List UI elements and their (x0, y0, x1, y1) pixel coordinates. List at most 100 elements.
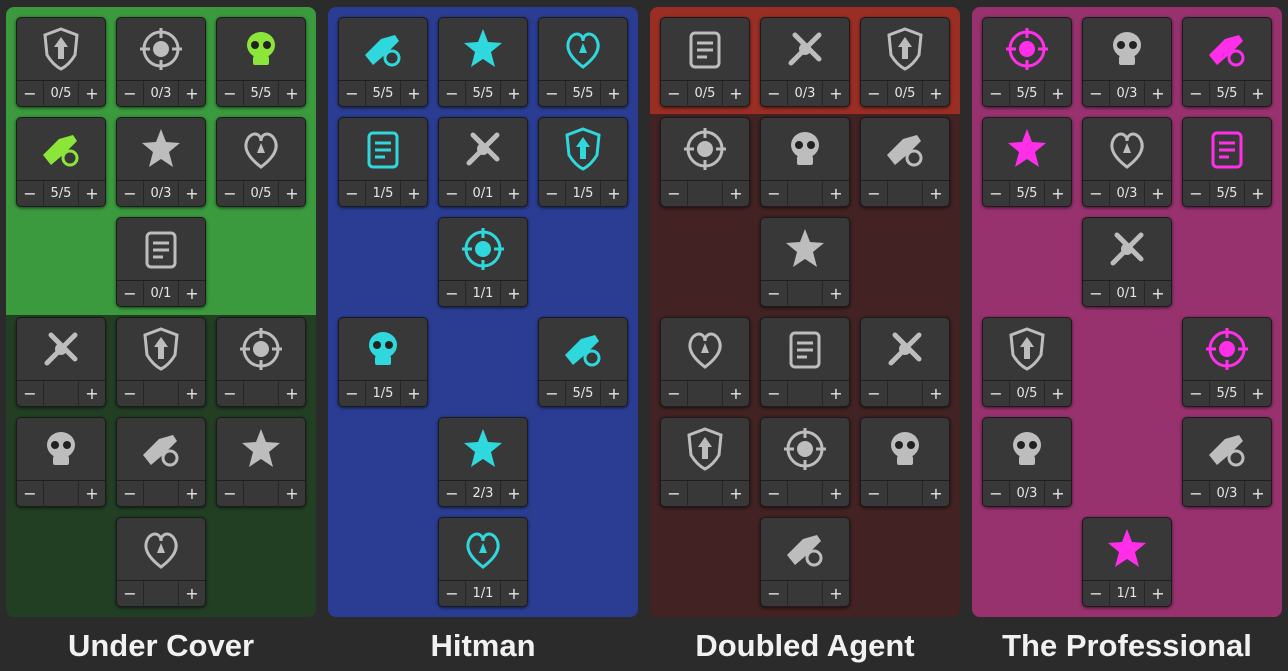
increase-button[interactable]: + (501, 81, 527, 107)
decrease-button[interactable]: − (1183, 481, 1209, 507)
increase-button[interactable]: + (1045, 81, 1071, 107)
decrease-button[interactable]: − (217, 381, 243, 407)
skill-slot[interactable]: −1/5 + (538, 117, 628, 207)
skill-slot[interactable]: − + (860, 117, 950, 207)
increase-button[interactable]: + (501, 181, 527, 207)
increase-button[interactable]: + (501, 481, 527, 507)
decrease-button[interactable]: − (861, 81, 887, 107)
decrease-button[interactable]: − (761, 481, 787, 507)
decrease-button[interactable]: − (983, 481, 1009, 507)
decrease-button[interactable]: − (983, 381, 1009, 407)
decrease-button[interactable]: − (761, 81, 787, 107)
increase-button[interactable]: + (501, 281, 527, 307)
increase-button[interactable]: + (923, 181, 949, 207)
increase-button[interactable]: + (401, 81, 427, 107)
decrease-button[interactable]: − (661, 181, 687, 207)
decrease-button[interactable]: − (861, 481, 887, 507)
skill-slot[interactable]: −0/5 + (16, 17, 106, 107)
decrease-button[interactable]: − (1083, 81, 1109, 107)
increase-button[interactable]: + (601, 181, 627, 207)
skill-slot[interactable]: − + (116, 317, 206, 407)
skill-slot[interactable]: − + (16, 417, 106, 507)
increase-button[interactable]: + (179, 481, 205, 507)
decrease-button[interactable]: − (439, 581, 465, 607)
split-shield-icon[interactable] (117, 118, 205, 180)
fanged-mouth-icon[interactable] (539, 118, 627, 180)
increase-button[interactable]: + (1145, 281, 1171, 307)
alarm-clock-icon[interactable] (861, 18, 949, 80)
increase-button[interactable]: + (179, 581, 205, 607)
skill-slot[interactable]: − + (660, 417, 750, 507)
cross-shield-icon[interactable] (217, 118, 305, 180)
skill-slot[interactable]: −2/3 + (438, 417, 528, 507)
decrease-button[interactable]: − (761, 181, 787, 207)
increase-button[interactable]: + (279, 181, 305, 207)
skill-slot[interactable]: −1/1 + (438, 517, 528, 607)
increase-button[interactable]: + (179, 81, 205, 107)
bullet-burst-icon[interactable] (339, 318, 427, 380)
skill-slot[interactable]: − + (860, 417, 950, 507)
skill-slot[interactable]: −1/1 + (438, 217, 528, 307)
skill-slot[interactable]: −0/3 + (116, 117, 206, 207)
dna-shield-icon[interactable] (117, 18, 205, 80)
frozen-cross-icon[interactable] (17, 418, 105, 480)
decrease-button[interactable]: − (339, 381, 365, 407)
decrease-button[interactable]: − (661, 381, 687, 407)
decrease-button[interactable]: − (1183, 381, 1209, 407)
skill-slot[interactable]: −5/5 + (338, 17, 428, 107)
increase-button[interactable]: + (823, 81, 849, 107)
increase-button[interactable]: + (1045, 381, 1071, 407)
decrease-button[interactable]: − (1083, 581, 1109, 607)
decrease-button[interactable]: − (217, 181, 243, 207)
skill-slot[interactable]: −0/1 + (116, 217, 206, 307)
skill-slot[interactable]: −1/5 + (338, 117, 428, 207)
winged-dragon-icon[interactable] (1083, 118, 1171, 180)
skull-tombstone-icon[interactable] (439, 218, 527, 280)
ammo-card-icon[interactable] (339, 118, 427, 180)
decrease-button[interactable]: − (339, 81, 365, 107)
skill-slot[interactable]: −5/5 + (982, 17, 1072, 107)
decrease-button[interactable]: − (217, 81, 243, 107)
skill-slot[interactable]: − + (760, 217, 850, 307)
skill-slot[interactable]: −0/3 + (1082, 117, 1172, 207)
decrease-button[interactable]: − (439, 281, 465, 307)
toxic-skull-icon[interactable] (17, 118, 105, 180)
decrease-button[interactable]: − (1183, 81, 1209, 107)
frozen-heart-icon[interactable] (117, 318, 205, 380)
increase-button[interactable]: + (823, 381, 849, 407)
increase-button[interactable]: + (723, 81, 749, 107)
muscle-arms-icon[interactable] (661, 118, 749, 180)
scope-crosshair-icon[interactable] (983, 118, 1071, 180)
increase-button[interactable]: + (1145, 581, 1171, 607)
skill-slot[interactable]: − + (216, 317, 306, 407)
grenade-icon[interactable] (217, 318, 305, 380)
increase-button[interactable]: + (823, 181, 849, 207)
rocket-icon[interactable] (1183, 18, 1271, 80)
decrease-button[interactable]: − (861, 181, 887, 207)
pistol-icon[interactable] (339, 18, 427, 80)
decrease-button[interactable]: − (1083, 181, 1109, 207)
increase-button[interactable]: + (823, 281, 849, 307)
skill-slot[interactable]: −5/5 + (1182, 17, 1272, 107)
skill-slot[interactable]: −5/5 + (982, 117, 1072, 207)
increase-button[interactable]: + (601, 381, 627, 407)
skill-slot[interactable]: − + (116, 517, 206, 607)
skill-slot[interactable]: −5/5 + (1182, 317, 1272, 407)
increase-button[interactable]: + (79, 381, 105, 407)
decrease-button[interactable]: − (861, 381, 887, 407)
skill-slot[interactable]: − + (760, 117, 850, 207)
increase-button[interactable]: + (1245, 81, 1271, 107)
ice-swirl-icon[interactable] (117, 418, 205, 480)
reload-magazine-icon[interactable] (439, 18, 527, 80)
increase-button[interactable]: + (79, 181, 105, 207)
skill-slot[interactable]: −5/5 + (16, 117, 106, 207)
increase-button[interactable]: + (401, 181, 427, 207)
decrease-button[interactable]: − (661, 81, 687, 107)
muscle-torso-icon[interactable] (761, 418, 849, 480)
increase-button[interactable]: + (79, 81, 105, 107)
decrease-button[interactable]: − (17, 181, 43, 207)
armor-vest-icon[interactable] (983, 318, 1071, 380)
increase-button[interactable]: + (1245, 481, 1271, 507)
decrease-button[interactable]: − (17, 381, 43, 407)
skill-slot[interactable]: − + (760, 417, 850, 507)
